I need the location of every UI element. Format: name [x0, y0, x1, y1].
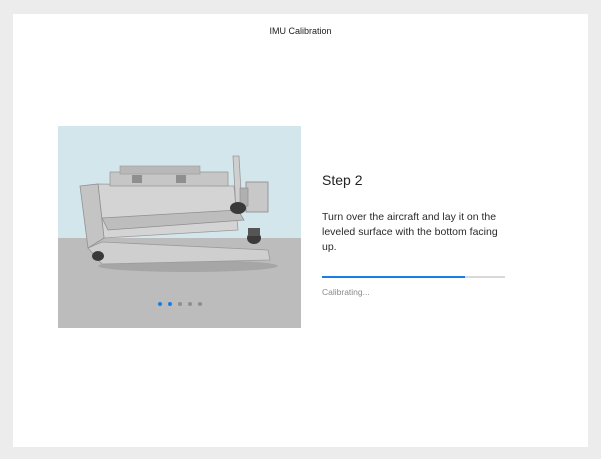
dialog-title: IMU Calibration [269, 26, 332, 36]
calibration-status: Calibrating... [322, 287, 370, 297]
slide-dot[interactable] [197, 302, 202, 306]
step-content: Step 2 Turn over the aircraft and lay it… [322, 172, 512, 297]
calibration-progress-bar [322, 276, 505, 278]
calibration-illustration [58, 126, 301, 328]
slide-dot[interactable] [157, 302, 162, 306]
slide-dot[interactable] [177, 302, 182, 306]
progress-fill [322, 276, 465, 278]
step-title: Step 2 [322, 172, 363, 188]
slide-dot[interactable] [167, 302, 172, 306]
imu-calibration-dialog: IMU Calibration Step 2 Turn over the air… [13, 14, 588, 447]
step-instruction: Turn over the aircraft and lay it on the… [322, 211, 498, 253]
slide-dot[interactable] [187, 302, 192, 306]
drone-upside-down-icon [58, 126, 301, 328]
slide-indicator [58, 302, 301, 306]
